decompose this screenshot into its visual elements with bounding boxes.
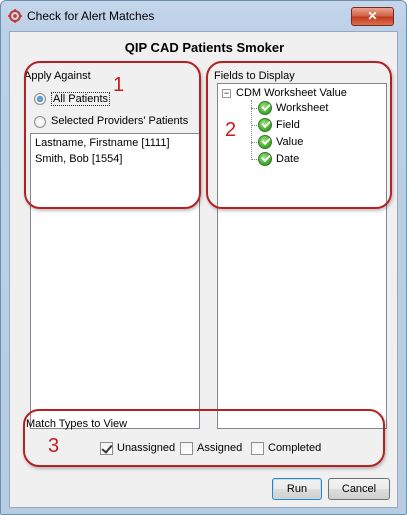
- annotation-number-1: 1: [113, 74, 125, 96]
- annotation-number-2: 2: [225, 119, 237, 141]
- dialog-window: Check for Alert Matches ✕ QIP CAD Patien…: [0, 0, 407, 515]
- page-title: QIP CAD Patients Smoker: [124, 40, 285, 55]
- close-icon: ✕: [367, 9, 378, 23]
- annotation-box-3: [23, 409, 385, 467]
- annotation-number-3: 3: [48, 435, 60, 457]
- close-button[interactable]: ✕: [351, 7, 394, 26]
- title-bar[interactable]: Check for Alert Matches ✕: [1, 1, 406, 31]
- target-icon: [8, 9, 22, 23]
- window-title: Check for Alert Matches: [27, 9, 155, 23]
- run-button[interactable]: Run: [272, 478, 322, 500]
- cancel-button[interactable]: Cancel: [328, 478, 390, 500]
